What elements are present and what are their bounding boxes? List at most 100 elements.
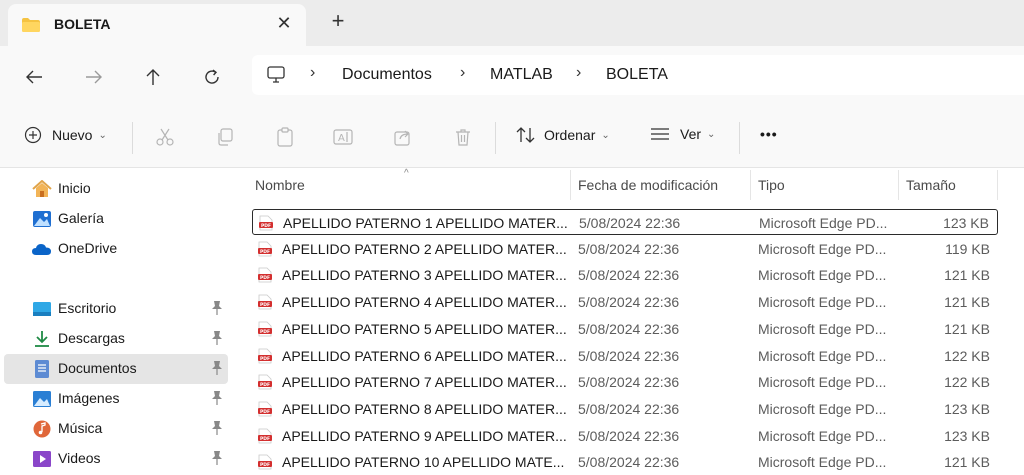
arrow-left-icon (26, 70, 42, 84)
new-button-label: Nuevo (52, 127, 93, 143)
rename-button[interactable]: A (330, 124, 356, 150)
column-header-type[interactable]: Tipo (758, 177, 785, 193)
file-row[interactable]: PDF APELLIDO PATERNO 6 APELLIDO MATER...… (252, 343, 998, 369)
file-name: APELLIDO PATERNO 7 APELLIDO MATER... (282, 374, 567, 391)
delete-button[interactable] (450, 124, 476, 150)
view-button[interactable]: Ver ⌄ (650, 126, 715, 142)
file-name: APELLIDO PATERNO 3 APELLIDO MATER... (282, 267, 567, 284)
paste-button[interactable] (272, 124, 298, 150)
sidebar-item-musica[interactable]: Música (4, 414, 228, 444)
pdf-file-icon: PDF (258, 401, 272, 417)
file-size: 123 KB (943, 215, 989, 231)
desktop-icon (33, 302, 51, 316)
sidebar-item-label: Música (58, 420, 103, 436)
sidebar-item-descargas[interactable]: Descargas (4, 324, 228, 354)
pin-icon[interactable] (210, 450, 224, 466)
tab-boleta[interactable]: BOLETA ✕ (8, 4, 306, 46)
arrow-right-icon (86, 70, 102, 84)
pin-icon[interactable] (210, 390, 224, 406)
svg-text:PDF: PDF (261, 223, 271, 229)
copy-button[interactable] (212, 124, 238, 150)
file-row[interactable]: PDF APELLIDO PATERNO 8 APELLIDO MATER...… (252, 396, 998, 422)
file-type: Microsoft Edge PD... (758, 267, 887, 284)
breadcrumb-boleta[interactable]: BOLETA (606, 66, 668, 84)
file-row[interactable]: PDF APELLIDO PATERNO 9 APELLIDO MATER...… (252, 423, 998, 449)
file-name: APELLIDO PATERNO 2 APELLIDO MATER... (282, 240, 567, 257)
file-row[interactable]: PDF APELLIDO PATERNO 7 APELLIDO MATER...… (252, 369, 998, 395)
breadcrumb-documentos[interactable]: Documentos (342, 66, 432, 84)
file-row[interactable]: PDF APELLIDO PATERNO 1 APELLIDO MATER...… (252, 209, 998, 235)
file-size: 122 KB (944, 347, 990, 364)
pdf-file-icon: PDF (258, 454, 272, 470)
new-tab-button[interactable]: + (327, 9, 349, 33)
file-row[interactable]: PDF APELLIDO PATERNO 5 APELLIDO MATER...… (252, 316, 998, 342)
refresh-icon (205, 69, 219, 84)
pin-icon[interactable] (210, 300, 224, 316)
file-modified-date: 5/08/2024 22:36 (578, 267, 680, 284)
file-modified-date: 5/08/2024 22:36 (578, 294, 680, 311)
pin-icon[interactable] (210, 360, 224, 376)
file-modified-date: 5/08/2024 22:36 (579, 215, 681, 231)
pdf-file-icon: PDF (258, 374, 272, 390)
pdf-file-icon: PDF (258, 267, 272, 283)
toolbar-divider (739, 122, 740, 154)
file-row[interactable]: PDF APELLIDO PATERNO 3 APELLIDO MATER...… (252, 262, 998, 288)
file-row[interactable]: PDF APELLIDO PATERNO 10 APELLIDO MATE...… (252, 449, 998, 475)
column-header-size[interactable]: Tamaño (906, 177, 956, 193)
svg-text:PDF: PDF (260, 462, 270, 468)
column-divider[interactable] (898, 170, 899, 200)
navigation-bar: › Documentos › MATLAB › BOLETA (0, 46, 1024, 108)
sidebar-item-label: Galería (58, 210, 104, 226)
column-divider[interactable] (750, 170, 751, 200)
forward-button[interactable] (80, 63, 108, 91)
sidebar-item-onedrive[interactable]: OneDrive (4, 234, 228, 264)
pin-icon[interactable] (210, 330, 224, 346)
music-icon (33, 420, 51, 438)
sort-button[interactable]: Ordenar ⌄ (516, 126, 610, 144)
file-modified-date: 5/08/2024 22:36 (578, 454, 680, 471)
column-header-date[interactable]: Fecha de modificación (578, 177, 718, 193)
file-modified-date: 5/08/2024 22:36 (578, 374, 680, 391)
file-row[interactable]: PDF APELLIDO PATERNO 4 APELLIDO MATER...… (252, 289, 998, 315)
file-list: ^ Nombre Fecha de modificación Tipo Tama… (238, 168, 1024, 474)
sidebar-item-escritorio[interactable]: Escritorio (4, 294, 228, 324)
file-type: Microsoft Edge PD... (758, 400, 887, 417)
more-options-button[interactable]: ••• (760, 126, 778, 142)
file-name: APELLIDO PATERNO 9 APELLIDO MATER... (282, 427, 567, 444)
sidebar-item-label: Descargas (58, 330, 125, 346)
breadcrumb-separator: › (310, 64, 316, 81)
arrow-up-icon (146, 69, 160, 85)
share-button[interactable] (390, 124, 416, 150)
sidebar-item-label: Documentos (58, 360, 137, 376)
sidebar-item-documentos[interactable]: Documentos (4, 354, 228, 384)
pin-icon[interactable] (210, 420, 224, 436)
file-size: 121 KB (944, 320, 990, 337)
breadcrumb-separator: › (460, 64, 466, 81)
command-bar: Nuevo ⌄ A Ordenar ⌄ Ver ⌄ ••• (0, 108, 1024, 168)
column-divider[interactable] (997, 170, 998, 200)
back-button[interactable] (20, 63, 48, 91)
sidebar-item-imagenes[interactable]: Imágenes (4, 384, 228, 414)
file-modified-date: 5/08/2024 22:36 (578, 427, 680, 444)
column-divider[interactable] (570, 170, 571, 200)
up-button[interactable] (139, 63, 167, 91)
file-type: Microsoft Edge PD... (758, 374, 887, 391)
address-bar[interactable]: › Documentos › MATLAB › BOLETA (252, 55, 1024, 95)
breadcrumb-matlab[interactable]: MATLAB (490, 66, 553, 84)
pdf-file-icon: PDF (258, 428, 272, 443)
sidebar-item-inicio[interactable]: Inicio (4, 174, 228, 204)
refresh-button[interactable] (198, 63, 226, 91)
file-size: 123 KB (944, 427, 990, 444)
cut-button[interactable] (152, 124, 178, 150)
file-size: 121 KB (944, 267, 990, 284)
svg-text:PDF: PDF (260, 356, 270, 362)
file-type: Microsoft Edge PD... (758, 347, 887, 364)
new-button[interactable]: Nuevo ⌄ (24, 126, 107, 144)
file-row[interactable]: PDF APELLIDO PATERNO 2 APELLIDO MATER...… (252, 236, 998, 262)
sidebar-item-galeria[interactable]: Galería (4, 204, 228, 234)
column-header-name[interactable]: Nombre (255, 177, 305, 193)
svg-text:PDF: PDF (260, 436, 270, 442)
svg-text:PDF: PDF (260, 275, 270, 281)
sidebar-item-videos[interactable]: Videos (4, 444, 228, 474)
close-tab-icon[interactable]: ✕ (274, 13, 294, 34)
